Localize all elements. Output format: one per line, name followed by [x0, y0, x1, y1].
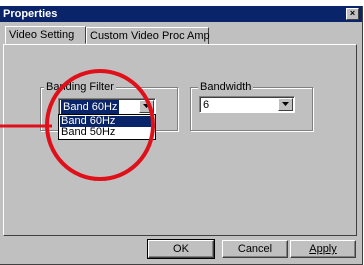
bandwidth-value: 6 — [203, 99, 210, 111]
close-icon: × — [349, 8, 356, 18]
apply-button[interactable]: Apply — [290, 240, 356, 258]
apply-button-label: Apply — [309, 243, 337, 255]
cancel-button-label: Cancel — [237, 243, 273, 255]
banding-filter-select[interactable]: Band 60Hz — [58, 98, 156, 115]
tab-panel — [3, 44, 357, 236]
chevron-down-icon — [143, 104, 150, 108]
cancel-button[interactable]: Cancel — [222, 240, 288, 258]
banding-filter-dropdown-button[interactable] — [139, 100, 154, 113]
bandwidth-dropdown-button[interactable] — [278, 98, 293, 111]
banding-filter-label: Banding Filter — [44, 81, 116, 93]
close-button[interactable]: × — [346, 8, 359, 20]
properties-dialog: Properties × Video Setting Custom Video … — [0, 6, 363, 265]
banding-filter-dropdown-list: Band 60Hz Band 50Hz — [58, 114, 156, 140]
banding-filter-value: Band 60Hz — [61, 100, 120, 114]
tab-custom-video-proc-amp-label: Custom Video Proc Amp — [90, 30, 210, 42]
ok-button-label: OK — [173, 243, 189, 255]
window-title: Properties — [3, 8, 58, 20]
chevron-down-icon — [282, 102, 289, 106]
tab-video-setting-label: Video Setting — [9, 29, 75, 41]
tab-custom-video-proc-amp[interactable]: Custom Video Proc Amp — [86, 27, 210, 45]
tab-video-setting[interactable]: Video Setting — [5, 26, 86, 44]
title-bar: Properties × — [0, 6, 362, 22]
bandwidth-select[interactable]: 6 — [199, 96, 295, 113]
option-band-50hz[interactable]: Band 50Hz — [60, 127, 154, 138]
bandwidth-label: Bandwidth — [198, 81, 254, 93]
ok-button[interactable]: OK — [147, 239, 215, 259]
